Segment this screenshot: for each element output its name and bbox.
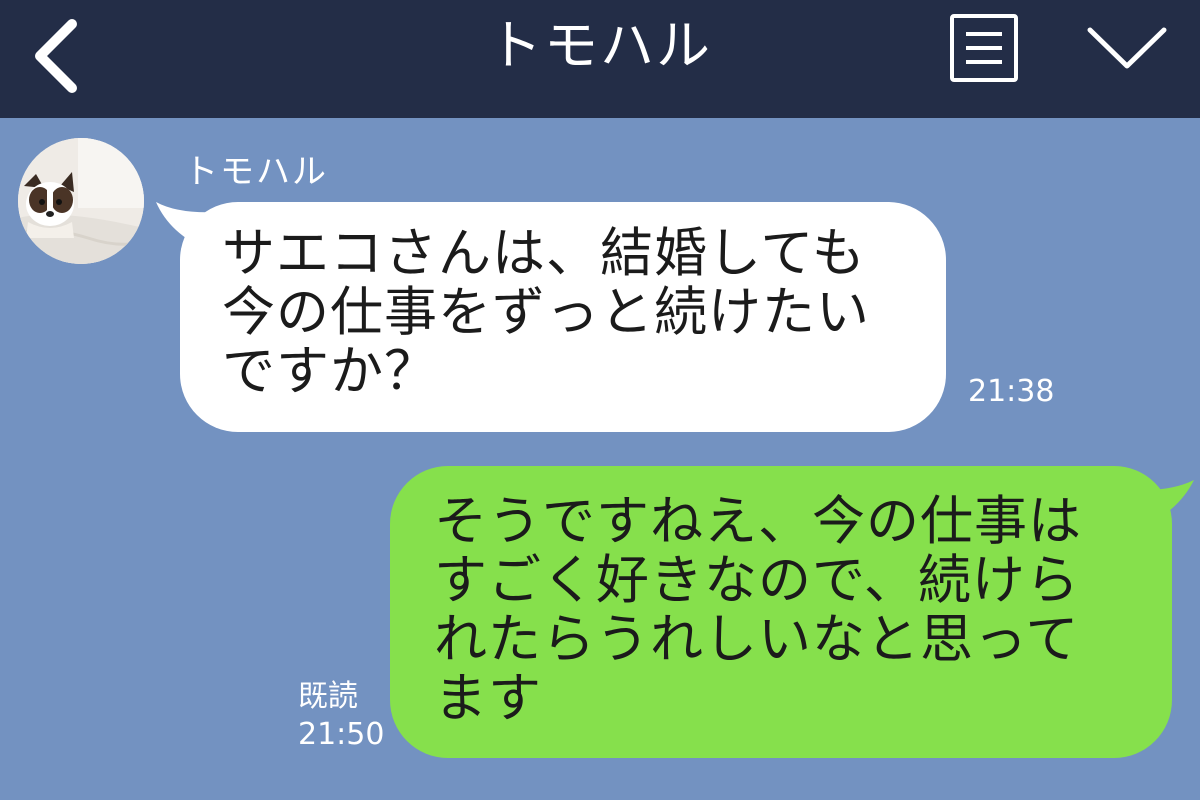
message-line: ます <box>434 668 542 729</box>
avatar[interactable] <box>18 138 144 264</box>
message-line: れたらうれしいなと思って <box>434 609 1080 670</box>
incoming-message-bubble[interactable]: サエコさんは、結婚しても 今の仕事をずっと続けたい ですか？ <box>180 202 946 432</box>
sender-name: トモハル <box>184 152 328 192</box>
message-line: ですか？ <box>222 341 438 402</box>
message-line: すごく好きなので、続けら <box>434 550 1080 611</box>
read-label: 既読 <box>298 679 358 714</box>
chat-area[interactable]: トモハル サエコさんは、結婚しても 今の仕事をずっと続けたい ですか？ 21:3… <box>0 118 1200 800</box>
message-line: 今の仕事をずっと続けたい <box>222 282 870 343</box>
message-timestamp: 21:38 <box>968 374 1055 409</box>
chevron-left-icon <box>35 19 77 93</box>
chat-title: トモハル <box>488 14 712 77</box>
message-line: そうですねえ、今の仕事は <box>434 491 1082 552</box>
outgoing-message-bubble[interactable]: そうですねえ、今の仕事は すごく好きなので、続けら れたらうれしいなと思って ま… <box>390 466 1172 758</box>
outgoing-message-text: そうですねえ、今の仕事は すごく好きなので、続けら れたらうれしいなと思って ま… <box>434 492 1154 728</box>
read-receipt: 既読 21:50 <box>298 678 388 754</box>
back-button[interactable] <box>26 16 86 96</box>
collapse-button[interactable] <box>1084 20 1170 80</box>
menu-list-icon <box>950 14 1018 82</box>
menu-button[interactable] <box>948 12 1020 84</box>
message-timestamp: 21:50 <box>298 717 385 752</box>
incoming-message-text: サエコさんは、結婚しても 今の仕事をずっと続けたい ですか？ <box>222 224 922 401</box>
message-line: サエコさんは、結婚しても <box>222 223 866 284</box>
chat-header: トモハル <box>0 0 1200 118</box>
chevron-down-icon <box>1087 27 1167 69</box>
dog-avatar-icon <box>18 138 144 264</box>
